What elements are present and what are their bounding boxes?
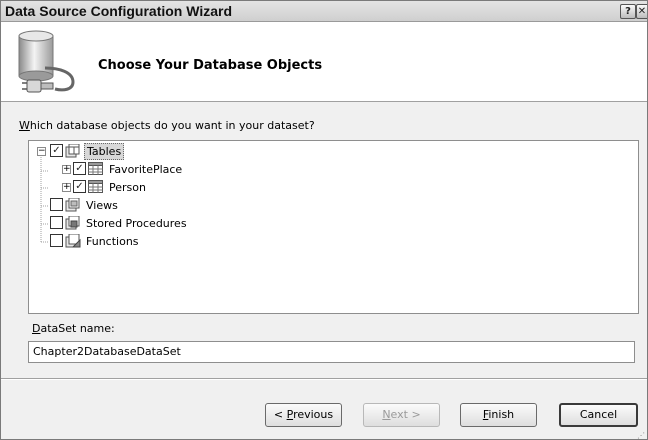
tree-node-label: Tables: [84, 143, 125, 160]
previous-button[interactable]: < Previous: [265, 403, 342, 427]
next-text: ext >: [390, 408, 421, 421]
functions-folder-icon: [65, 234, 81, 248]
prompt-mnemonic: W: [19, 119, 30, 132]
tree-node-label: FavoritePlace: [109, 163, 183, 176]
table-grid-icon: [88, 162, 103, 175]
dataset-label-text: ataSet name:: [40, 322, 115, 335]
person-checkbox[interactable]: ✓: [73, 180, 86, 193]
views-folder-icon: [65, 198, 80, 212]
database-objects-tree[interactable]: − ✓ Tables + ✓ FavoritePlace + ✓ Person …: [28, 140, 639, 314]
close-icon[interactable]: ✕: [636, 4, 647, 19]
tree-node-label: Functions: [86, 235, 139, 248]
finish-button[interactable]: Finish: [460, 403, 537, 427]
views-checkbox[interactable]: [50, 198, 63, 211]
dataset-name-label: DataSet name:: [32, 322, 115, 335]
procedures-folder-icon: [65, 216, 80, 230]
finish-text: inish: [488, 408, 515, 421]
table-grid-icon: [88, 180, 103, 193]
help-icon[interactable]: ?: [620, 4, 636, 19]
title-bar[interactable]: Data Source Configuration Wizard ? ✕: [1, 1, 647, 22]
collapse-icon[interactable]: −: [37, 147, 46, 156]
database-connection-icon: [18, 30, 75, 93]
window-title: Data Source Configuration Wizard: [5, 3, 233, 19]
dataset-name-field[interactable]: Chapter2DatabaseDataSet: [28, 341, 635, 363]
tree-lines: [40, 155, 49, 243]
tree-node-label: Views: [86, 199, 118, 212]
page-title: Choose Your Database Objects: [98, 58, 323, 73]
cancel-button[interactable]: Cancel: [559, 403, 638, 427]
tree-node-label: Stored Procedures: [86, 217, 187, 230]
button-divider: [1, 378, 647, 380]
stored-procedures-checkbox[interactable]: [50, 216, 63, 229]
wizard-window: Data Source Configuration Wizard ? ✕ Cho…: [0, 0, 648, 440]
resize-grip-icon[interactable]: ⋰: [637, 431, 645, 440]
tables-folder-icon: [65, 144, 80, 158]
tables-checkbox[interactable]: ✓: [50, 144, 63, 157]
next-mnemonic: N: [382, 408, 391, 421]
previous-prefix: <: [273, 408, 287, 421]
prompt-text: hich database objects do you want in you…: [29, 119, 315, 132]
wizard-header: Choose Your Database Objects: [1, 22, 647, 102]
functions-checkbox[interactable]: [50, 234, 63, 247]
expand-icon[interactable]: +: [62, 165, 71, 174]
expand-icon[interactable]: +: [62, 183, 71, 192]
previous-text: revious: [293, 408, 334, 421]
favoriteplace-checkbox[interactable]: ✓: [73, 162, 86, 175]
next-button[interactable]: Next >: [363, 403, 440, 427]
tree-node-label: Person: [109, 181, 146, 194]
objects-prompt-label: Which database objects do you want in yo…: [19, 119, 315, 132]
